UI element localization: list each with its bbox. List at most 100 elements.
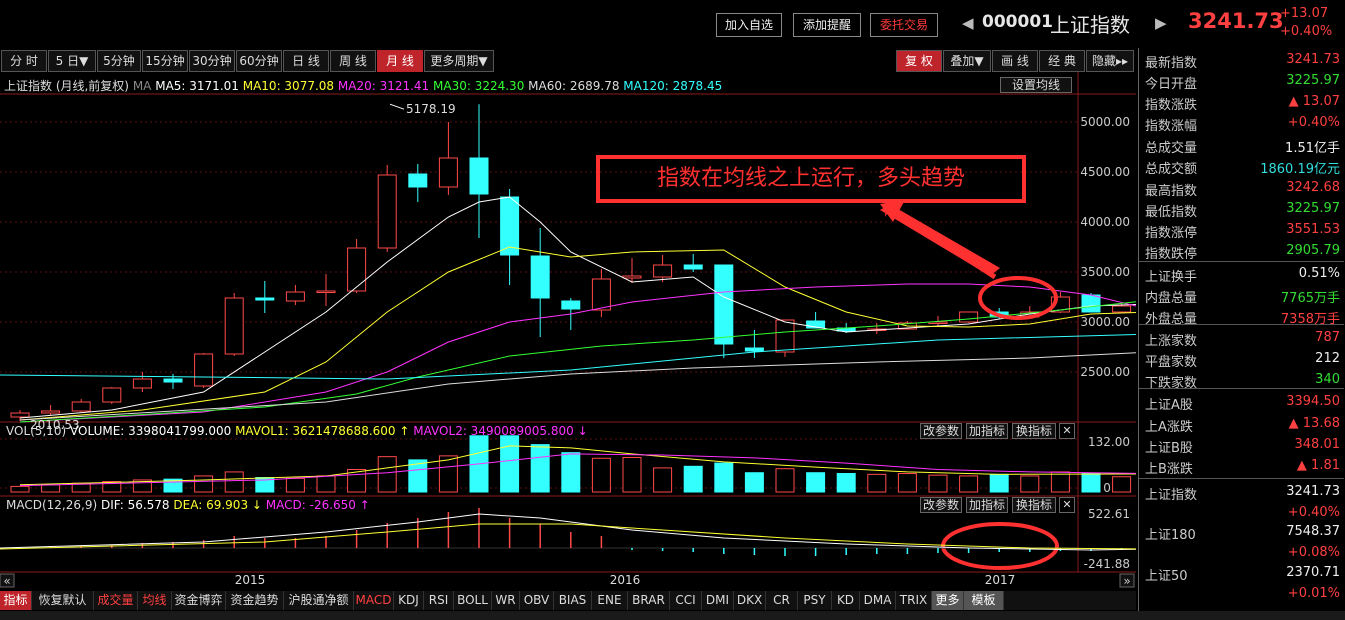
ma60-label: MA60: 2689.78 (528, 79, 620, 93)
quote-value: +0.40% (1287, 505, 1340, 520)
draw-line-button[interactable]: 画 线 (992, 50, 1038, 72)
quote-label: 上证A股 (1145, 398, 1193, 413)
volume-bar (867, 473, 887, 493)
period-toolbar: 分 时 5 日▼ 5分钟 15分钟 30分钟 60分钟 日 线 周 线 月 线 … (0, 50, 1136, 72)
indicator-tab[interactable]: BOLL (454, 591, 492, 610)
volume-bar (1112, 476, 1132, 493)
indicator-tab[interactable]: 更多 (932, 591, 964, 610)
quote-label: 总成交量 (1145, 141, 1198, 156)
tab-daily[interactable]: 日 线 (283, 50, 329, 72)
indicator-tab[interactable]: 资金趋势 (226, 591, 284, 610)
hide-panel-button[interactable]: 隐藏▸▸ (1086, 50, 1134, 72)
volume-bar (41, 484, 61, 493)
stock-name: 上证指数 (1050, 13, 1130, 37)
indicator-tab[interactable]: DMI (702, 591, 734, 610)
quote-value: ▲ 1.81 (1296, 458, 1340, 473)
quote-value: 3225.97 (1286, 201, 1340, 216)
vol-volume: VOLUME: 3398041799.000 (70, 424, 232, 438)
quote-row: 上涨家数 787 (1139, 328, 1344, 349)
quote-row: 指数涨跌 ▲ 13.07 (1139, 92, 1344, 113)
vol-switch-indicator-button[interactable]: 换指标 (1012, 423, 1056, 439)
indicator-tab[interactable]: CR (766, 591, 798, 610)
add-watchlist-button[interactable]: 加入自选 (716, 13, 782, 37)
vol-close-icon[interactable]: ✕ (1059, 423, 1075, 439)
quote-value: 348.01 (1294, 437, 1341, 452)
tab-more-periods[interactable]: 更多周期▼ (424, 50, 494, 72)
y-tick-label: 522.61 (1088, 507, 1130, 521)
quote-label: 上涨家数 (1145, 334, 1198, 349)
quote-row: 总成交额 1860.19亿元 (1139, 156, 1344, 177)
indicator-tab[interactable]: KD (832, 591, 860, 610)
tab-5day[interactable]: 5 日▼ (48, 50, 96, 72)
quote-row: +0.40% (1139, 503, 1344, 524)
macd-params-button[interactable]: 改参数 (920, 497, 962, 513)
restore-rights-button[interactable]: 复 权 (896, 50, 942, 72)
indicator-tab[interactable]: DMA (860, 591, 896, 610)
next-stock-icon[interactable]: ▶ (1155, 14, 1167, 32)
y-tick-label: -241.88 (1084, 557, 1130, 571)
volume-bar (438, 455, 458, 493)
indicator-tab[interactable]: MACD (354, 591, 394, 610)
quote-row: 今日开盘 3225.97 (1139, 71, 1344, 92)
quote-row: +0.01% (1139, 584, 1344, 605)
candle-body (775, 319, 795, 353)
classic-button[interactable]: 经 典 (1039, 50, 1085, 72)
indicator-tab[interactable]: 模板 (964, 591, 1004, 610)
indicator-tab[interactable]: 均线 (138, 591, 172, 610)
volume-bar (224, 471, 244, 493)
indicator-tab[interactable]: 沪股通净额 (284, 591, 354, 610)
tab-intraday[interactable]: 分 时 (1, 50, 47, 72)
indicator-tab[interactable]: DKX (734, 591, 766, 610)
volume-bar (775, 468, 795, 493)
indicator-tab[interactable]: RSI (424, 591, 454, 610)
stock-price: 3241.73 (1188, 9, 1284, 33)
vol-params-button[interactable]: 改参数 (920, 423, 962, 439)
tab-30min[interactable]: 30分钟 (189, 50, 235, 72)
quote-panel: 最新指数 3241.73 今日开盘 3225.97 指数涨跌 ▲ 13.07 指数涨幅 +0.… (1138, 48, 1345, 620)
indicator-tab[interactable]: BRAR (628, 591, 670, 610)
indicator-tab[interactable]: OBV (520, 591, 554, 610)
quote-value: 3241.73 (1286, 484, 1340, 499)
tab-15min[interactable]: 15分钟 (142, 50, 188, 72)
candle-body (530, 255, 550, 299)
quote-value: ▲ 13.07 (1288, 94, 1340, 109)
quote-label: 指数跌停 (1145, 247, 1198, 262)
quote-label: 上B涨跌 (1145, 462, 1193, 477)
scroll-left-icon: « (3, 574, 10, 588)
y-tick-label: 2500.00 (1080, 365, 1130, 379)
indicator-tab[interactable]: PSY (798, 591, 832, 610)
macd-close-icon[interactable]: ✕ (1059, 497, 1075, 513)
indicator-tab[interactable]: KDJ (394, 591, 424, 610)
indicator-tab[interactable]: WR (492, 591, 520, 610)
indicator-tab[interactable]: 成交量 (94, 591, 138, 610)
prev-stock-icon[interactable]: ◀ (962, 14, 974, 32)
add-alert-button[interactable]: 添加提醒 (793, 13, 861, 37)
overlay-button[interactable]: 叠加▼ (943, 50, 991, 72)
quote-row: 上证换手 0.51% (1139, 264, 1344, 285)
tab-monthly[interactable]: 月 线 (377, 50, 423, 72)
quote-value: 7765万手 (1280, 291, 1340, 306)
vol-legend: VOL(5,10) VOLUME: 3398041799.000 MAVOL1:… (6, 424, 588, 438)
indicator-tab[interactable]: CCI (670, 591, 702, 610)
tab-weekly[interactable]: 周 线 (330, 50, 376, 72)
tab-60min[interactable]: 60分钟 (236, 50, 282, 72)
quote-value: 3551.53 (1286, 222, 1340, 237)
quote-value: 3242.68 (1286, 180, 1340, 195)
indicator-tab[interactable]: BIAS (554, 591, 592, 610)
indicator-tab[interactable]: 资金博弈 (172, 591, 226, 610)
vol-add-indicator-button[interactable]: 加指标 (966, 423, 1008, 439)
macd-dif: DIF: 56.578 (100, 498, 170, 512)
tab-5min[interactable]: 5分钟 (97, 50, 141, 72)
indicator-tab[interactable]: 恢复默认 (32, 591, 94, 610)
ma-settings-button[interactable]: 设置均线 (1000, 77, 1072, 93)
indicator-tab[interactable]: ENE (592, 591, 628, 610)
volume-bar (959, 475, 979, 493)
stock-code: 000001 (982, 12, 1053, 32)
macd-add-indicator-button[interactable]: 加指标 (966, 497, 1008, 513)
indicator-tab[interactable]: TRIX (896, 591, 932, 610)
quote-label: 外盘总量 (1145, 312, 1198, 327)
vol-mavol2: MAVOL2: 3490089005.800 (413, 424, 574, 438)
indicator-tab[interactable]: 指标 (0, 591, 32, 610)
macd-switch-indicator-button[interactable]: 换指标 (1012, 497, 1056, 513)
trade-button[interactable]: 委托交易 (870, 13, 938, 37)
